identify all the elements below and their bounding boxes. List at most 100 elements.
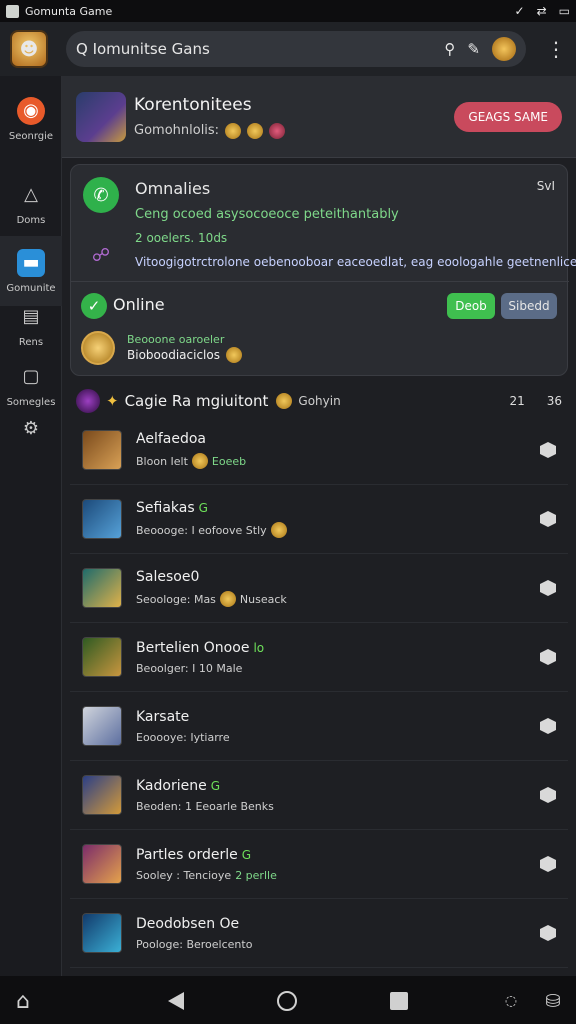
more-menu-icon[interactable]: ⋮ [546,37,566,61]
hero-title: Korentonitees [134,94,252,115]
more-icon[interactable] [540,787,556,803]
coin-icon [247,122,264,139]
game-thumbnail [82,706,122,746]
sparkle-icon: ✦ [106,392,119,410]
card-title: Omnalies [135,179,211,198]
secondary-button[interactable]: Sibedd [501,293,557,319]
main-content: Korentonitees Gomohnlolis: GEAGS SAME ✆ … [62,76,576,976]
game-name: Partles orderle [136,846,238,863]
game-sub: Beoden: 1 Eeoarle Benks [136,799,274,813]
wifi-icon: ✓ [514,4,525,18]
status-bar: Gomunta Game ✓ ⇄ ▭ [0,0,576,22]
game-name: Aelfaedoa [136,431,206,447]
coin-icon [225,122,242,139]
more-icon[interactable] [540,925,556,941]
game-sub: Beoooge: I eofoove Stly [136,523,267,537]
more-icon[interactable] [540,511,556,527]
recents-icon[interactable] [386,988,412,1014]
home-icon[interactable]: ⌂ [10,988,36,1014]
coin-icon [225,347,242,363]
coin-icon [219,591,236,607]
game-sub: Bloon Ielt [136,454,188,468]
game-badge: G [198,501,208,515]
search-input[interactable]: Q Iomunitse Gans ⚲ ✎ [66,31,526,67]
primary-button[interactable]: Deob [447,293,495,319]
link-icon: ☍ [91,244,111,266]
game-thumbnail [82,499,122,539]
game-name: Sefiakas [136,500,195,516]
check-icon: ✓ [81,293,107,319]
edit-icon[interactable]: ✎ [467,40,480,58]
sidebar-item-label: Seonrgie [8,130,54,142]
section-subtitle: Gohyin [298,394,341,408]
list-item[interactable]: Sefiakas G Beoooge: I eofoove Stly [70,485,568,554]
game-sub: Sooley : Tencioye [136,868,232,882]
section-subtitle-row: Gohyin [276,393,341,409]
more-icon[interactable] [540,649,556,665]
coin-icon [270,522,287,538]
trash-icon[interactable]: ⛁ [540,988,566,1014]
back-icon[interactable] [163,988,189,1014]
section-title: Cagie Ra mgiuitont [124,392,269,410]
card-line-3: Vitoogigotrctrolone oebenooboar eaceoedl… [135,255,576,269]
folder-icon: ▢ [22,366,40,387]
hat-icon: △ [24,184,38,205]
game-badge: lo [253,640,265,655]
more-icon[interactable] [540,856,556,872]
game-highlight: 2 perlle [235,868,277,882]
game-name: Kadoriene [136,777,207,794]
game-icon: ◉ [17,96,45,125]
sidebar-item-settings[interactable]: ⚙ [0,396,62,466]
section-count-1: 21 [509,394,525,408]
card-divider [71,281,569,282]
avatar[interactable] [492,37,516,61]
section-header: ✦ Cagie Ra mgiuitont Gohyin 21 36 [76,388,562,414]
coin-icon [191,453,208,469]
list-item[interactable]: Kadoriene G Beoden: 1 Eeoarle Benks [70,761,568,830]
game-sub: Seoologe: Mas [136,592,216,606]
gold-line-1: Beooone oaroeler [127,333,225,346]
more-icon[interactable] [540,442,556,458]
status-title: Gomunta Game [25,4,113,18]
gold-line-2-row: Bioboodiaciclos [127,347,242,363]
more-icon[interactable] [540,718,556,734]
whatsapp-icon: ✆ [83,177,119,213]
hero-art [76,91,126,142]
game-badge: G [241,847,252,862]
list-item[interactable]: Bertelien Onooe lo Beoolger: I 10 Male [70,623,568,692]
game-name: Bertelien Onooe [136,639,250,656]
signal-icon: ⇄ [536,4,547,18]
settings-icon: ⚙ [22,417,40,439]
app-logo-icon[interactable]: ☻ [10,30,48,68]
join-button[interactable]: GEAGS SAME [454,101,562,132]
game-thumbnail [82,913,122,953]
home-circle-icon[interactable] [274,988,300,1014]
game-list: Aelfaedoa Bloon Ielt Eoeeb Sefiakas G Beoo… [70,416,568,968]
list-item[interactable]: Salesoe0 Seoologe: Mas Nuseack [70,554,568,623]
game-sub: Eooooye: Iytiarre [136,730,230,744]
section-icon [76,389,100,413]
sidebar-item-label: Doms [16,214,46,226]
app-small-icon [6,4,19,18]
list-item[interactable]: Aelfaedoa Bloon Ielt Eoeeb [70,416,568,485]
coin-icon [276,393,293,409]
sidebar-item-doms[interactable]: △ Doms [0,168,62,238]
hero-subtitle-row: Gomohnlolis: [134,122,286,139]
list-item[interactable]: Karsate Eooooye: Iytiarre [70,692,568,761]
game-highlight: Eoeeb [211,454,247,468]
sidebar-item-label: Rens [18,336,44,348]
list-item[interactable]: Partles orderle G Sooley : Tencioye 2 perl… [70,830,568,899]
window-icon: ▤ [22,306,40,327]
gold-line-2: Bioboodiaciclos [127,348,220,362]
more-icon[interactable] [540,580,556,596]
online-label: Online [113,295,165,314]
battery-icon: ▭ [558,4,570,18]
game-thumbnail [82,844,122,884]
search-icon[interactable]: ⚲ [444,40,455,58]
assistant-icon[interactable]: ◌ [498,988,524,1014]
sidebar-item-seonrgie[interactable]: ◉ Seonrgie [0,84,62,154]
search-text: Q Iomunitse Gans [76,40,210,58]
list-item[interactable]: Deodobsen Oe Poologe: Beroelcento [70,899,568,968]
game-name: Deodobsen Oe [136,915,240,932]
game-thumbnail [82,637,122,677]
